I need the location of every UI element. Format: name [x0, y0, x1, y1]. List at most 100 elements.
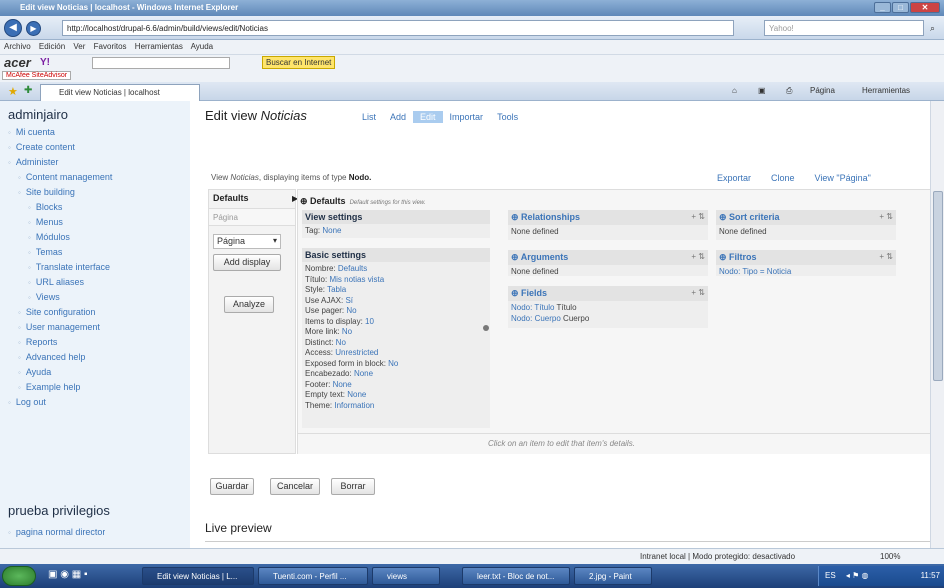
gear-icon[interactable]	[483, 325, 489, 331]
add-rearrange-icon[interactable]: + ⇅	[691, 288, 705, 299]
setting-value-link[interactable]: Unrestricted	[335, 348, 378, 357]
tag-link[interactable]: None	[322, 226, 341, 235]
menu-ver[interactable]: Ver	[73, 42, 85, 51]
close-button[interactable]: ✕	[910, 2, 940, 13]
start-button[interactable]	[2, 566, 36, 586]
sidebar-item-example-help[interactable]: Example help	[0, 382, 190, 397]
menu-favoritos[interactable]: Favoritos	[94, 42, 127, 51]
sidebar-item-pagina-normal-director[interactable]: pagina normal director	[8, 527, 106, 542]
favorites-star-icon[interactable]: ★	[8, 85, 18, 98]
clone-link[interactable]: Clone	[771, 173, 795, 183]
borrar-button[interactable]: Borrar	[331, 478, 375, 495]
taskbar-item-notepad[interactable]: leer.txt - Bloc de not...	[462, 567, 570, 585]
sidebar-item-advanced-help[interactable]: Advanced help	[0, 352, 190, 367]
page-menu[interactable]: Página	[810, 86, 835, 95]
sidebar-item-mi-cuenta[interactable]: Mi cuenta	[0, 127, 190, 142]
sidebar-item-menus[interactable]: Menus	[0, 217, 190, 232]
setting-value-link[interactable]: None	[347, 390, 366, 399]
print-icon[interactable]: ⎙	[786, 86, 792, 96]
sidebar-item-modulos[interactable]: Módulos	[0, 232, 190, 247]
taskbar-item-ie[interactable]: Edit view Noticias | L...	[142, 567, 254, 585]
taskbar-item-tuenti[interactable]: Tuenti.com - Perfil ...	[258, 567, 368, 585]
add-rearrange-icon[interactable]: + ⇅	[879, 212, 893, 223]
yahoo-icon[interactable]: Y!	[40, 57, 50, 68]
quick-launch-icons[interactable]: ▣ ◉ ▦ ▪	[48, 569, 88, 580]
setting-value-link[interactable]: None	[354, 369, 373, 378]
tab-edit[interactable]: Edit	[413, 111, 443, 123]
arguments-heading[interactable]: ⊕ Arguments	[511, 252, 568, 263]
menu-ayuda[interactable]: Ayuda	[191, 42, 214, 51]
toolbar-search-input[interactable]	[92, 57, 230, 69]
search-icon[interactable]: ⌕	[930, 23, 935, 34]
relationships-heading[interactable]: ⊕ Relationships	[511, 212, 580, 223]
field-link[interactable]: Nodo: Título	[511, 303, 554, 312]
add-favorites-icon[interactable]: ✚	[24, 85, 32, 96]
clock[interactable]: 11:57	[921, 571, 940, 580]
add-rearrange-icon[interactable]: + ⇅	[879, 252, 893, 263]
setting-value-link[interactable]: None	[333, 380, 352, 389]
tab-importar[interactable]: Importar	[443, 111, 491, 123]
language-indicator[interactable]: ES	[825, 571, 836, 580]
scrollbar-thumb[interactable]	[933, 191, 943, 381]
setting-value-link[interactable]: No	[346, 306, 356, 315]
sidebar-item-content-management[interactable]: Content management	[0, 172, 190, 187]
setting-value-link[interactable]: No	[342, 327, 352, 336]
display-defaults[interactable]: Defaults	[213, 193, 249, 203]
setting-value-link[interactable]: Defaults	[338, 264, 367, 273]
sidebar-item-reports[interactable]: Reports	[0, 337, 190, 352]
view-pagina-link[interactable]: View "Página"	[815, 173, 871, 183]
cancelar-button[interactable]: Cancelar	[270, 478, 320, 495]
add-rearrange-icon[interactable]: + ⇅	[691, 212, 705, 223]
tab-list[interactable]: List	[355, 111, 383, 123]
filter-link[interactable]: Nodo: Tipo = Noticia	[719, 267, 791, 276]
setting-value-link[interactable]: Tabla	[327, 285, 346, 294]
field-link[interactable]: Nodo: Cuerpo	[511, 314, 561, 323]
feeds-icon[interactable]: ▣	[758, 86, 766, 95]
taskbar-item-paint[interactable]: 2.jpg - Paint	[574, 567, 652, 585]
menu-edicion[interactable]: Edición	[39, 42, 65, 51]
tab-tools[interactable]: Tools	[490, 111, 525, 123]
mcafee-button[interactable]: McAfee SiteAdvisor	[2, 71, 72, 80]
sidebar-item-site-configuration[interactable]: Site configuration	[0, 307, 190, 322]
guardar-button[interactable]: Guardar	[210, 478, 254, 495]
home-icon[interactable]: ⌂	[732, 86, 737, 95]
sidebar-item-administer[interactable]: Administer	[0, 157, 190, 172]
add-rearrange-icon[interactable]: + ⇅	[691, 252, 705, 263]
sidebar-item-create-content[interactable]: Create content	[0, 142, 190, 157]
sidebar-item-user-management[interactable]: User management	[0, 322, 190, 337]
tools-menu[interactable]: Herramientas	[862, 86, 910, 95]
setting-value-link[interactable]: Sí	[345, 296, 353, 305]
setting-value-link[interactable]: No	[388, 359, 398, 368]
setting-value-link[interactable]: Mis notias vista	[329, 275, 384, 284]
sidebar-item-temas[interactable]: Temas	[0, 247, 190, 262]
forward-button[interactable]: ▶	[26, 21, 41, 36]
sidebar-item-translate-interface[interactable]: Translate interface	[0, 262, 190, 277]
tab-add[interactable]: Add	[383, 111, 413, 123]
search-internet-button[interactable]: Buscar en Internet	[262, 56, 336, 69]
taskbar-item-views[interactable]: views	[372, 567, 440, 585]
sidebar-item-site-building[interactable]: Site building	[0, 187, 190, 202]
setting-value-link[interactable]: 10	[365, 317, 374, 326]
sidebar-item-log-out[interactable]: Log out	[0, 397, 190, 412]
sidebar-item-ayuda[interactable]: Ayuda	[0, 367, 190, 382]
sort-criteria-heading[interactable]: ⊕ Sort criteria	[719, 212, 780, 223]
browser-tab[interactable]: Edit view Noticias | localhost	[40, 84, 200, 101]
sidebar-item-views[interactable]: Views	[0, 292, 190, 307]
maximize-button[interactable]: □	[892, 2, 909, 13]
minimize-button[interactable]: _	[874, 2, 891, 13]
display-pagina[interactable]: Página	[209, 208, 295, 226]
sidebar-item-url-aliases[interactable]: URL aliases	[0, 277, 190, 292]
setting-value-link[interactable]: No	[336, 338, 346, 347]
vertical-scrollbar[interactable]	[930, 101, 944, 548]
address-bar[interactable]: http://localhost/drupal-6.6/admin/build/…	[62, 20, 734, 36]
search-box[interactable]: Yahoo!	[764, 20, 924, 36]
back-button[interactable]: ◀	[4, 19, 22, 37]
zoom-level[interactable]: 100%	[880, 552, 900, 561]
analyze-button[interactable]: Analyze	[224, 296, 274, 313]
add-display-button[interactable]: Add display	[213, 254, 281, 271]
sidebar-item-blocks[interactable]: Blocks	[0, 202, 190, 217]
filters-heading[interactable]: ⊕ Filtros	[719, 252, 757, 263]
exportar-link[interactable]: Exportar	[717, 173, 751, 183]
fields-heading[interactable]: ⊕ Fields	[511, 288, 547, 299]
tray-icons[interactable]: ◂ ⚑ ◍	[846, 571, 869, 580]
